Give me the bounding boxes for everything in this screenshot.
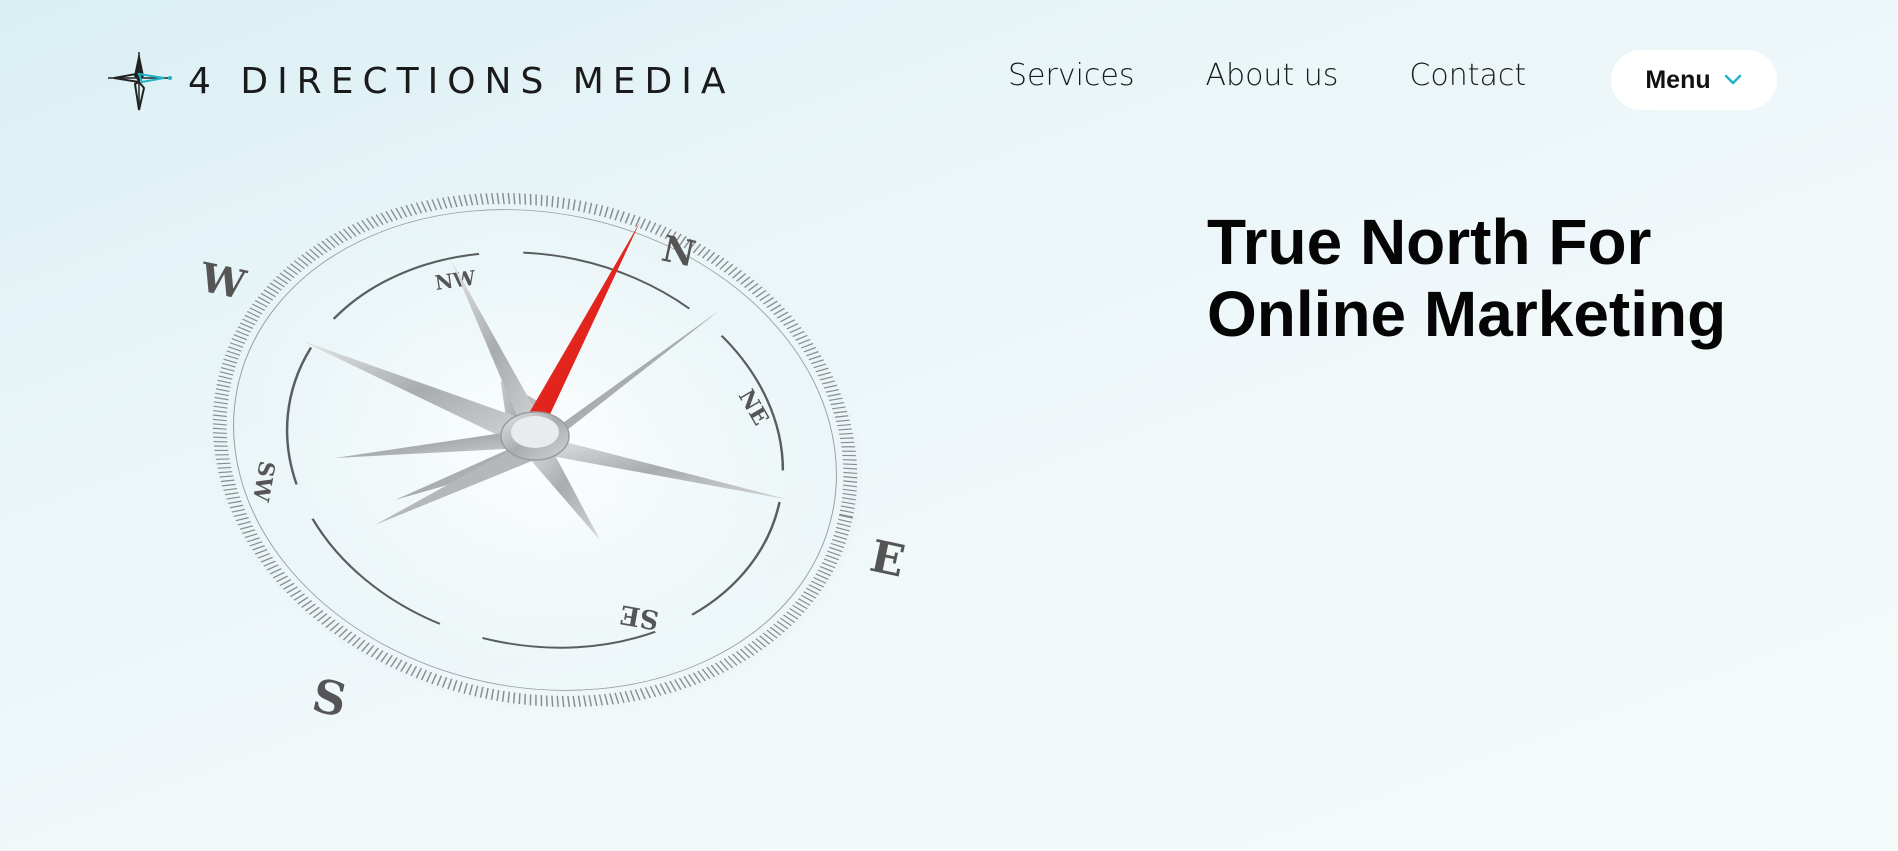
compass-label-e: E [866,531,909,588]
menu-button[interactable]: Menu [1611,50,1777,110]
compass-label-w: W [195,254,251,310]
main-nav: Services About us Contact [1008,58,1526,93]
nav-link-contact[interactable]: Contact [1409,58,1526,93]
menu-label: Menu [1645,65,1711,94]
chevron-down-icon [1724,74,1741,85]
compass-illustration: N NE E SE S SW W NW [195,189,909,728]
site-logo[interactable]: 4 DIRECTIONS MEDIA [106,48,735,114]
compass-label-s: S [308,668,352,728]
site-header: 4 DIRECTIONS MEDIA Services About us Con… [0,0,1898,160]
nav-link-about-us[interactable]: About us [1206,58,1339,93]
nav-link-services[interactable]: Services [1008,58,1135,93]
hero-title-line-1: True North For [1207,206,1652,278]
hero-title: True North For Online Marketing [1207,206,1827,350]
logo-text: 4 DIRECTIONS MEDIA [188,60,735,102]
hero-title-line-2: Online Marketing [1207,278,1727,350]
compass-star-logo-icon [108,52,172,111]
